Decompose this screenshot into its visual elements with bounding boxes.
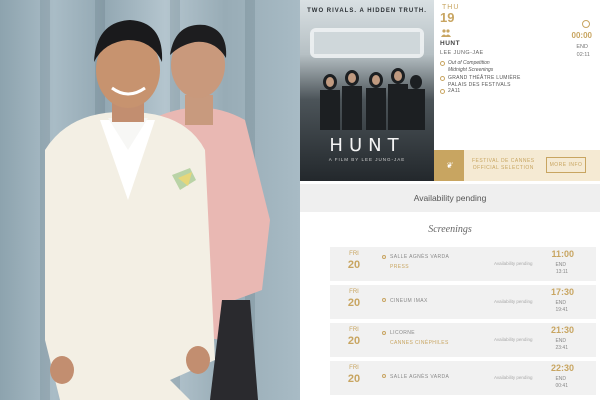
press-photo: [0, 0, 300, 400]
screening-audience: PRESS: [390, 264, 409, 270]
location-pin-icon: [382, 331, 386, 335]
palm-logo: ❦: [434, 150, 464, 181]
start-time: 00:00: [571, 31, 592, 40]
screening-start: 11:00: [551, 249, 574, 259]
screening-availability: Availability pending: [494, 375, 533, 380]
screening-date: 20: [347, 335, 361, 347]
screening-venue: LICORNE: [390, 330, 416, 336]
screening-venue: CINEUM IMAX: [390, 298, 428, 304]
screening-date: 20: [347, 259, 361, 271]
screening-end: 19:41: [555, 307, 568, 313]
availability-status: Availability pending: [300, 184, 600, 212]
palm-icon: ❦: [445, 161, 453, 170]
screening-day: FRI: [349, 365, 359, 371]
clock-icon: [582, 20, 590, 28]
end-time: 02:11: [576, 52, 590, 58]
poster-title: HUNT: [329, 135, 405, 156]
location-pin-icon: [440, 76, 445, 81]
film-poster[interactable]: TWO RIVALS. A HIDDEN TRUTH. HUNT A FILM …: [300, 0, 434, 181]
film-director: LEE JUNG-JAE: [440, 50, 484, 56]
screening-row[interactable]: FRI 20 CINEUM IMAX Availability pending …: [330, 285, 596, 319]
venue-line-1: GRAND THÉÂTRE LUMIÈRE: [448, 75, 521, 81]
people-icon: [441, 29, 451, 37]
screenings-heading: Screenings: [428, 224, 472, 235]
screening-row[interactable]: FRI 20 LICORNE CANNES CINÉPHILES Availab…: [330, 323, 596, 357]
location-pin-icon: [382, 255, 386, 259]
screening-row[interactable]: FRI 20 SALLE AGNÈS VARDA PRESS Availabil…: [330, 247, 596, 281]
section-row: Out of Competition Midnight Screenings: [440, 60, 493, 73]
festival-line-2: OFFICIAL SELECTION: [472, 165, 534, 171]
section-line-1: Out of Competition: [448, 60, 490, 66]
screening-end: 23:41: [555, 345, 568, 351]
screening-availability: Availability pending: [494, 261, 533, 266]
screening-venue: SALLE AGNÈS VARDA: [390, 374, 450, 380]
poster-credit: A FILM BY LEE JUNG-JAE: [328, 157, 406, 162]
screening-start: 22:30: [550, 363, 574, 373]
screening-venue: SALLE AGNÈS VARDA: [390, 254, 450, 260]
actors-illustration: [45, 20, 270, 400]
location-pin-icon: [382, 374, 386, 378]
section-icon: [440, 61, 445, 66]
section-line-2: Midnight Screenings: [448, 66, 494, 73]
event-info: THU 19 HUNT LEE JUNG-JAE Out of Competit…: [434, 0, 600, 150]
code-row: 2A11: [440, 88, 461, 95]
venue-line-2: PALAIS DES FESTIVALS: [448, 81, 511, 88]
screening-date: 20: [347, 373, 361, 385]
festival-line-1: FESTIVAL DE CANNES: [472, 158, 535, 164]
screening-row[interactable]: FRI 20 SALLE AGNÈS VARDA Availability pe…: [330, 361, 596, 395]
screening-day: FRI: [349, 289, 359, 295]
screening-end-label: END: [555, 262, 566, 268]
event-date: 19: [440, 10, 455, 25]
end-label: END: [576, 44, 588, 50]
screening-code: 2A11: [448, 88, 461, 94]
screening-end-label: END: [555, 300, 566, 306]
screening-start: 21:30: [550, 325, 574, 335]
screening-day: FRI: [349, 327, 359, 333]
screening-audience: CANNES CINÉPHILES: [390, 340, 449, 346]
screening-end: 13:11: [555, 269, 568, 275]
festival-banner: ❦ FESTIVAL DE CANNES OFFICIAL SELECTION …: [434, 150, 600, 181]
more-info-button[interactable]: MORE INFO: [546, 157, 586, 173]
screening-availability: Availability pending: [494, 299, 533, 304]
screening-end: 00:41: [555, 383, 568, 389]
screening-end-label: END: [555, 376, 566, 382]
location-pin-icon: [382, 298, 386, 302]
screening-start: 17:30: [550, 287, 574, 297]
screening-day: FRI: [349, 251, 359, 257]
screening-availability: Availability pending: [494, 337, 533, 342]
venue-row: GRAND THÉÂTRE LUMIÈRE PALAIS DES FESTIVA…: [440, 75, 521, 88]
film-title: HUNT: [440, 40, 461, 47]
festival-label: FESTIVAL DE CANNES OFFICIAL SELECTION: [472, 158, 535, 172]
screening-date: 20: [347, 297, 361, 309]
tag-icon: [440, 89, 445, 94]
film-detail-panel: TWO RIVALS. A HIDDEN TRUTH. HUNT A FILM …: [300, 0, 600, 400]
screening-end-label: END: [555, 338, 566, 344]
